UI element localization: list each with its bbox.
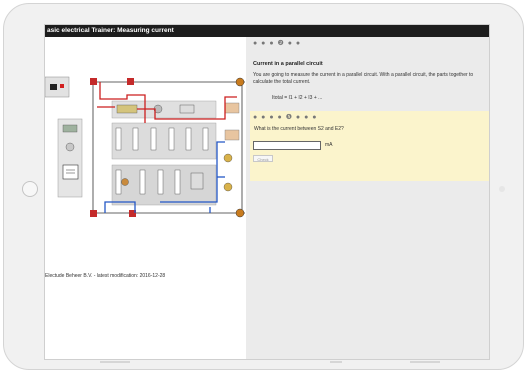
window-title: asic electrical Trainer: Measuring curre… [45, 25, 489, 37]
app-screen: asic electrical Trainer: Measuring curre… [44, 24, 490, 360]
camera-dot [499, 186, 505, 192]
answer-input[interactable] [253, 141, 321, 150]
instructions-panel: ● ● ● ❷ ● ● Current in a parallel circui… [246, 37, 489, 359]
section-progress-dots: ● ● ● ❷ ● ● [253, 40, 302, 47]
question-box: ● ● ● ● ❺ ● ● ● What is the current betw… [250, 111, 489, 181]
question-progress-dots: ● ● ● ● ❺ ● ● ● [253, 114, 318, 121]
screen-bottom-edge [100, 361, 440, 363]
unit-label: mA [325, 142, 333, 148]
circuit-panel: Electude Beheer B.V. - latest modificati… [45, 37, 246, 359]
question-text: What is the current between S2 and E2? [254, 126, 344, 132]
footer-text: Electude Beheer B.V. - latest modificati… [45, 273, 166, 279]
home-button[interactable] [22, 181, 38, 197]
section-description: You are going to measure the current in … [253, 72, 474, 85]
check-button[interactable]: Check [253, 155, 273, 162]
formula: Itotal = I1 + I2 + I3 + ... [272, 95, 323, 101]
meter-probe-box [62, 164, 79, 180]
section-title: Current in a parallel circuit [253, 61, 323, 67]
circuit-diagram[interactable] [45, 37, 246, 227]
